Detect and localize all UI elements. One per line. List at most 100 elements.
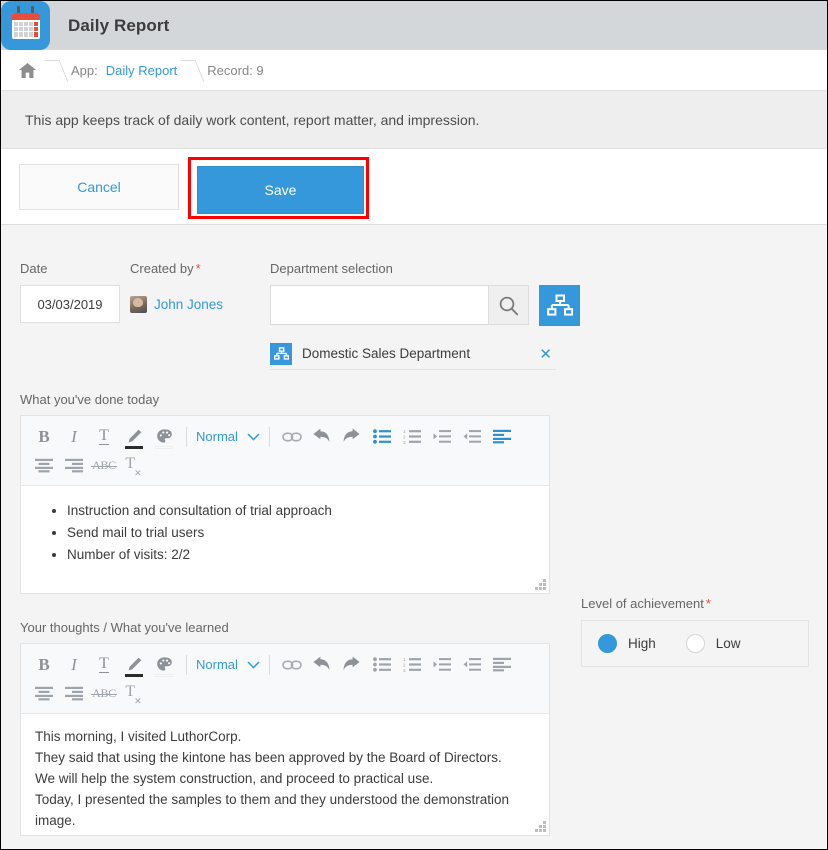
underline-glyph: T	[99, 654, 109, 674]
org-chart-icon[interactable]	[539, 285, 580, 326]
redo-icon[interactable]	[337, 651, 367, 678]
thoughts-line: This morning, I visited LuthorCorp.	[35, 729, 242, 744]
background-color-swatch	[155, 446, 173, 449]
text-color-pen-icon[interactable]	[119, 651, 149, 678]
achievement-label: Level of achievement *	[581, 596, 809, 611]
outdent-icon[interactable]	[457, 423, 487, 450]
strikethrough-icon[interactable]: ABC	[89, 452, 119, 479]
save-button[interactable]: Save	[197, 166, 364, 214]
editor-toolbar-1: B I T Normal 1 2 3 ABC T✕	[21, 416, 549, 485]
text-color-pen-icon[interactable]	[119, 423, 149, 450]
svg-text:3: 3	[403, 668, 406, 672]
bullet-list-icon[interactable]	[367, 651, 397, 678]
achievement-label-text: Level of achievement	[581, 596, 704, 611]
action-bar: Cancel	[1, 149, 827, 225]
italic-glyph: I	[71, 426, 77, 446]
search-icon[interactable]	[488, 285, 529, 325]
editor-toolbar-2: B I T Normal 1 2 3 ABC T✕	[21, 644, 549, 713]
list-item: Instruction and consultation of trial ap…	[67, 500, 533, 521]
underline-icon[interactable]: T	[89, 423, 119, 450]
created-by-label: Created by *	[130, 261, 270, 276]
svg-text:1: 1	[403, 429, 406, 434]
clear-format-icon[interactable]: T✕	[119, 452, 149, 479]
breadcrumb-app-link[interactable]: Daily Report	[102, 63, 182, 78]
align-left-icon[interactable]	[487, 423, 517, 450]
link-icon[interactable]	[277, 423, 307, 450]
app-header: Daily Report	[1, 1, 827, 50]
background-color-palette-icon[interactable]	[149, 423, 179, 450]
form-row-top: Date 03/03/2019 Created by * John Jones D…	[1, 243, 827, 370]
align-left-icon[interactable]	[487, 651, 517, 678]
toolbar-divider-1	[186, 426, 187, 447]
resize-handle[interactable]	[534, 578, 546, 590]
numbered-list-icon[interactable]: 1 2 3	[397, 423, 427, 450]
calendar-body	[11, 12, 40, 39]
undo-icon[interactable]	[307, 423, 337, 450]
created-by-user-name[interactable]: John Jones	[154, 297, 223, 312]
italic-icon[interactable]: I	[59, 423, 89, 450]
undo-icon[interactable]	[307, 651, 337, 678]
done-today-list: Instruction and consultation of trial ap…	[37, 500, 533, 565]
align-right-icon[interactable]	[59, 680, 89, 707]
text-color-swatch	[125, 674, 143, 677]
toolbar-divider-1	[186, 654, 187, 675]
bold-icon[interactable]: B	[29, 651, 59, 678]
bullet-list-icon[interactable]	[367, 423, 397, 450]
radio-option-high[interactable]: High	[598, 634, 656, 653]
date-input[interactable]: 03/03/2019	[20, 285, 120, 323]
thoughts-content[interactable]: This morning, I visited LuthorCorp. They…	[21, 713, 549, 835]
clear-format-glyph: T✕	[125, 455, 142, 478]
thoughts-line: They said that using the kintone has bee…	[35, 750, 502, 765]
underline-icon[interactable]: T	[89, 651, 119, 678]
resize-handle[interactable]	[534, 820, 546, 832]
radio-label-high: High	[628, 636, 656, 651]
done-today-label: What you've done today	[20, 392, 160, 407]
redo-icon[interactable]	[337, 423, 367, 450]
department-search-input[interactable]	[270, 285, 488, 325]
achievement-radio-group: High Low	[581, 620, 809, 667]
breadcrumb-separator-1	[45, 50, 67, 91]
align-right-icon[interactable]	[59, 452, 89, 479]
thoughts-line: Today, I presented the samples to them a…	[35, 792, 510, 807]
required-asterisk: *	[705, 596, 711, 611]
outdent-icon[interactable]	[457, 651, 487, 678]
home-icon[interactable]	[9, 50, 45, 90]
indent-icon[interactable]	[427, 651, 457, 678]
align-center-icon[interactable]	[29, 452, 59, 479]
done-today-content[interactable]: Instruction and consultation of trial ap…	[21, 485, 549, 593]
page-title: Daily Report	[68, 15, 170, 35]
style-dropdown[interactable]: Normal	[194, 657, 262, 672]
background-color-palette-icon[interactable]	[149, 651, 179, 678]
field-created-by: Created by * John Jones	[130, 261, 270, 323]
link-icon[interactable]	[277, 651, 307, 678]
bold-icon[interactable]: B	[29, 423, 59, 450]
close-icon[interactable]: ✕	[539, 345, 556, 363]
background-color-swatch	[155, 674, 173, 677]
record-edit-page: Daily Report App: Daily Report Record: 9…	[0, 0, 828, 850]
department-search-row	[270, 285, 827, 326]
selected-department-chip: Domestic Sales Department ✕	[270, 338, 556, 370]
created-by-user[interactable]: John Jones	[130, 285, 270, 323]
align-center-icon[interactable]	[29, 680, 59, 707]
calendar-header-band	[11, 12, 40, 20]
svg-text:2: 2	[403, 435, 406, 440]
indent-icon[interactable]	[427, 423, 457, 450]
svg-text:2: 2	[403, 663, 406, 668]
clear-format-icon[interactable]: T✕	[119, 680, 149, 707]
numbered-list-icon[interactable]: 1 2 3	[397, 651, 427, 678]
strikethrough-glyph: ABC	[91, 458, 117, 472]
app-description: This app keeps track of daily work conte…	[1, 91, 827, 149]
strikethrough-glyph: ABC	[91, 686, 117, 700]
list-item: Number of visits: 2/2	[67, 544, 533, 565]
bold-glyph: B	[38, 654, 50, 674]
calendar-icon	[1, 1, 50, 50]
cancel-button[interactable]: Cancel	[19, 164, 179, 210]
italic-icon[interactable]: I	[59, 651, 89, 678]
strikethrough-icon[interactable]: ABC	[89, 680, 119, 707]
record-form: Date 03/03/2019 Created by * John Jones D…	[1, 225, 827, 836]
radio-option-low[interactable]: Low	[685, 634, 741, 653]
style-dropdown[interactable]: Normal	[194, 429, 262, 444]
created-by-label-text: Created by	[130, 261, 194, 276]
underline-glyph: T	[99, 426, 109, 446]
